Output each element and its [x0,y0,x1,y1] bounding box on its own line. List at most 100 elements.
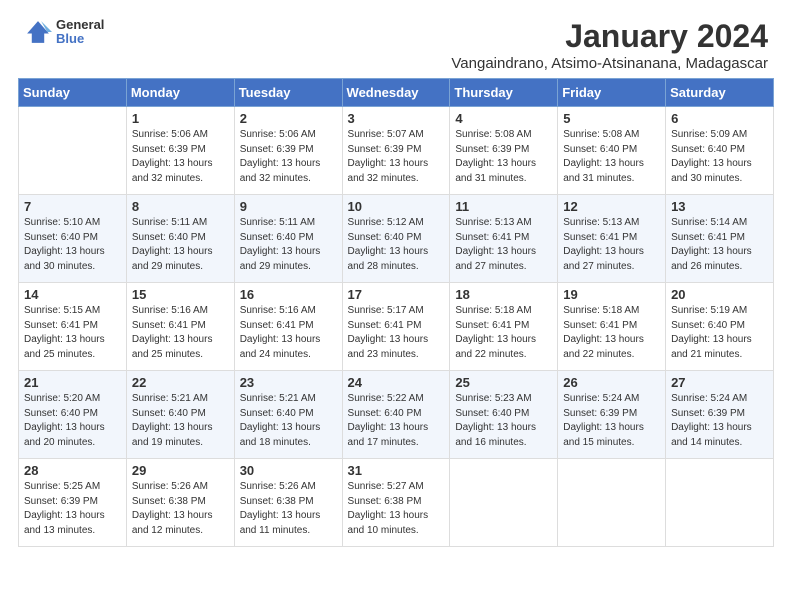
logo-text: General Blue [56,18,104,47]
calendar-cell: 14 Sunrise: 5:15 AM Sunset: 6:41 PM Dayli… [19,283,127,371]
calendar-cell: 31Sunrise: 5:27 AM Sunset: 6:38 PM Dayli… [342,459,450,547]
calendar-header: SundayMondayTuesdayWednesdayThursdayFrid… [19,79,774,107]
day-info: Sunrise: 5:07 AM Sunset: 6:39 PM Dayligh… [348,128,445,186]
calendar-cell: 25Sunrise: 5:23 AM Sunset: 6:40 PM Dayli… [450,371,558,459]
day-number: 19 [563,287,660,302]
logo: General Blue [24,18,104,47]
day-number: 23 [240,375,337,390]
day-number: 11 [455,199,552,214]
day-info: Sunrise: 5:18 AM Sunset: 6:41 PM Dayligh… [563,304,660,362]
day-number: 30 [240,463,337,478]
day-number: 18 [455,287,552,302]
header-cell-saturday: Saturday [666,79,774,107]
calendar-cell: 2Sunrise: 5:06 AM Sunset: 6:39 PM Daylig… [234,107,342,195]
day-number: 1 [132,111,229,126]
header-cell-wednesday: Wednesday [342,79,450,107]
day-number: 5 [563,111,660,126]
day-info: Sunrise: 5:22 AM Sunset: 6:40 PM Dayligh… [348,392,445,450]
day-info: Sunrise: 5:19 AM Sunset: 6:40 PM Dayligh… [671,304,768,362]
calendar-cell [666,459,774,547]
calendar-cell [19,107,127,195]
day-number: 31 [348,463,445,478]
week-row-2: 7Sunrise: 5:10 AM Sunset: 6:40 PM Daylig… [19,195,774,283]
day-info: Sunrise: 5:21 AM Sunset: 6:40 PM Dayligh… [132,392,229,450]
header-cell-monday: Monday [126,79,234,107]
day-number: 3 [348,111,445,126]
header-cell-friday: Friday [558,79,666,107]
calendar-cell: 21 Sunrise: 5:20 AM Sunset: 6:40 PM Dayli… [19,371,127,459]
subtitle: Vangaindrano, Atsimo-Atsinanana, Madagas… [451,55,768,72]
header-row: SundayMondayTuesdayWednesdayThursdayFrid… [19,79,774,107]
calendar-cell: 19 Sunrise: 5:18 AM Sunset: 6:41 PM Dayli… [558,283,666,371]
calendar-cell: 12 Sunrise: 5:13 AM Sunset: 6:41 PM Dayli… [558,195,666,283]
day-number: 15 [132,287,229,302]
calendar-cell: 13 Sunrise: 5:14 AM Sunset: 6:41 PM Dayli… [666,195,774,283]
page-header: General Blue January 2024 Vangaindrano, … [0,0,792,78]
week-row-5: 28Sunrise: 5:25 AM Sunset: 6:39 PM Dayli… [19,459,774,547]
week-row-3: 14 Sunrise: 5:15 AM Sunset: 6:41 PM Dayli… [19,283,774,371]
calendar-cell: 15 Sunrise: 5:16 AM Sunset: 6:41 PM Dayli… [126,283,234,371]
day-number: 12 [563,199,660,214]
day-info: Sunrise: 5:08 AM Sunset: 6:39 PM Dayligh… [455,128,552,186]
logo-line1: General [56,18,104,32]
calendar-cell: 16 Sunrise: 5:16 AM Sunset: 6:41 PM Dayli… [234,283,342,371]
day-info: Sunrise: 5:20 AM Sunset: 6:40 PM Dayligh… [24,392,121,450]
day-number: 9 [240,199,337,214]
calendar-cell: 23 Sunrise: 5:21 AM Sunset: 6:40 PM Dayli… [234,371,342,459]
calendar-cell: 7Sunrise: 5:10 AM Sunset: 6:40 PM Daylig… [19,195,127,283]
calendar-cell: 17Sunrise: 5:17 AM Sunset: 6:41 PM Dayli… [342,283,450,371]
day-info: Sunrise: 5:13 AM Sunset: 6:41 PM Dayligh… [563,216,660,274]
day-number: 27 [671,375,768,390]
calendar-cell: 11Sunrise: 5:13 AM Sunset: 6:41 PM Dayli… [450,195,558,283]
day-number: 28 [24,463,121,478]
calendar-cell [558,459,666,547]
week-row-4: 21 Sunrise: 5:20 AM Sunset: 6:40 PM Dayli… [19,371,774,459]
header-cell-sunday: Sunday [19,79,127,107]
calendar-cell: 29Sunrise: 5:26 AM Sunset: 6:38 PM Dayli… [126,459,234,547]
calendar-cell: 22Sunrise: 5:21 AM Sunset: 6:40 PM Dayli… [126,371,234,459]
day-number: 14 [24,287,121,302]
calendar-cell: 6 Sunrise: 5:09 AM Sunset: 6:40 PM Daylig… [666,107,774,195]
calendar-cell: 27 Sunrise: 5:24 AM Sunset: 6:39 PM Dayli… [666,371,774,459]
day-number: 10 [348,199,445,214]
day-info: Sunrise: 5:14 AM Sunset: 6:41 PM Dayligh… [671,216,768,274]
calendar-cell [450,459,558,547]
calendar-cell: 24Sunrise: 5:22 AM Sunset: 6:40 PM Dayli… [342,371,450,459]
day-info: Sunrise: 5:24 AM Sunset: 6:39 PM Dayligh… [563,392,660,450]
day-info: Sunrise: 5:24 AM Sunset: 6:39 PM Dayligh… [671,392,768,450]
day-info: Sunrise: 5:15 AM Sunset: 6:41 PM Dayligh… [24,304,121,362]
calendar-cell: 18Sunrise: 5:18 AM Sunset: 6:41 PM Dayli… [450,283,558,371]
day-number: 13 [671,199,768,214]
day-info: Sunrise: 5:16 AM Sunset: 6:41 PM Dayligh… [132,304,229,362]
calendar-cell: 1 Sunrise: 5:06 AM Sunset: 6:39 PM Daylig… [126,107,234,195]
day-info: Sunrise: 5:16 AM Sunset: 6:41 PM Dayligh… [240,304,337,362]
day-number: 16 [240,287,337,302]
calendar-cell: 26 Sunrise: 5:24 AM Sunset: 6:39 PM Dayli… [558,371,666,459]
main-title: January 2024 [451,18,768,55]
logo-icon [24,18,52,46]
day-info: Sunrise: 5:11 AM Sunset: 6:40 PM Dayligh… [240,216,337,274]
day-number: 8 [132,199,229,214]
calendar-cell: 8Sunrise: 5:11 AM Sunset: 6:40 PM Daylig… [126,195,234,283]
day-number: 6 [671,111,768,126]
header-cell-tuesday: Tuesday [234,79,342,107]
header-cell-thursday: Thursday [450,79,558,107]
calendar-cell: 4Sunrise: 5:08 AM Sunset: 6:39 PM Daylig… [450,107,558,195]
day-number: 21 [24,375,121,390]
day-info: Sunrise: 5:09 AM Sunset: 6:40 PM Dayligh… [671,128,768,186]
day-info: Sunrise: 5:08 AM Sunset: 6:40 PM Dayligh… [563,128,660,186]
day-info: Sunrise: 5:21 AM Sunset: 6:40 PM Dayligh… [240,392,337,450]
day-number: 26 [563,375,660,390]
calendar-cell: 20 Sunrise: 5:19 AM Sunset: 6:40 PM Dayli… [666,283,774,371]
calendar-container: SundayMondayTuesdayWednesdayThursdayFrid… [0,78,792,561]
day-number: 2 [240,111,337,126]
logo-line2: Blue [56,32,104,46]
title-block: January 2024 Vangaindrano, Atsimo-Atsina… [451,18,768,72]
day-info: Sunrise: 5:26 AM Sunset: 6:38 PM Dayligh… [240,480,337,538]
calendar-cell: 3 Sunrise: 5:07 AM Sunset: 6:39 PM Daylig… [342,107,450,195]
day-info: Sunrise: 5:06 AM Sunset: 6:39 PM Dayligh… [132,128,229,186]
calendar-cell: 28Sunrise: 5:25 AM Sunset: 6:39 PM Dayli… [19,459,127,547]
day-number: 25 [455,375,552,390]
day-number: 20 [671,287,768,302]
day-info: Sunrise: 5:12 AM Sunset: 6:40 PM Dayligh… [348,216,445,274]
